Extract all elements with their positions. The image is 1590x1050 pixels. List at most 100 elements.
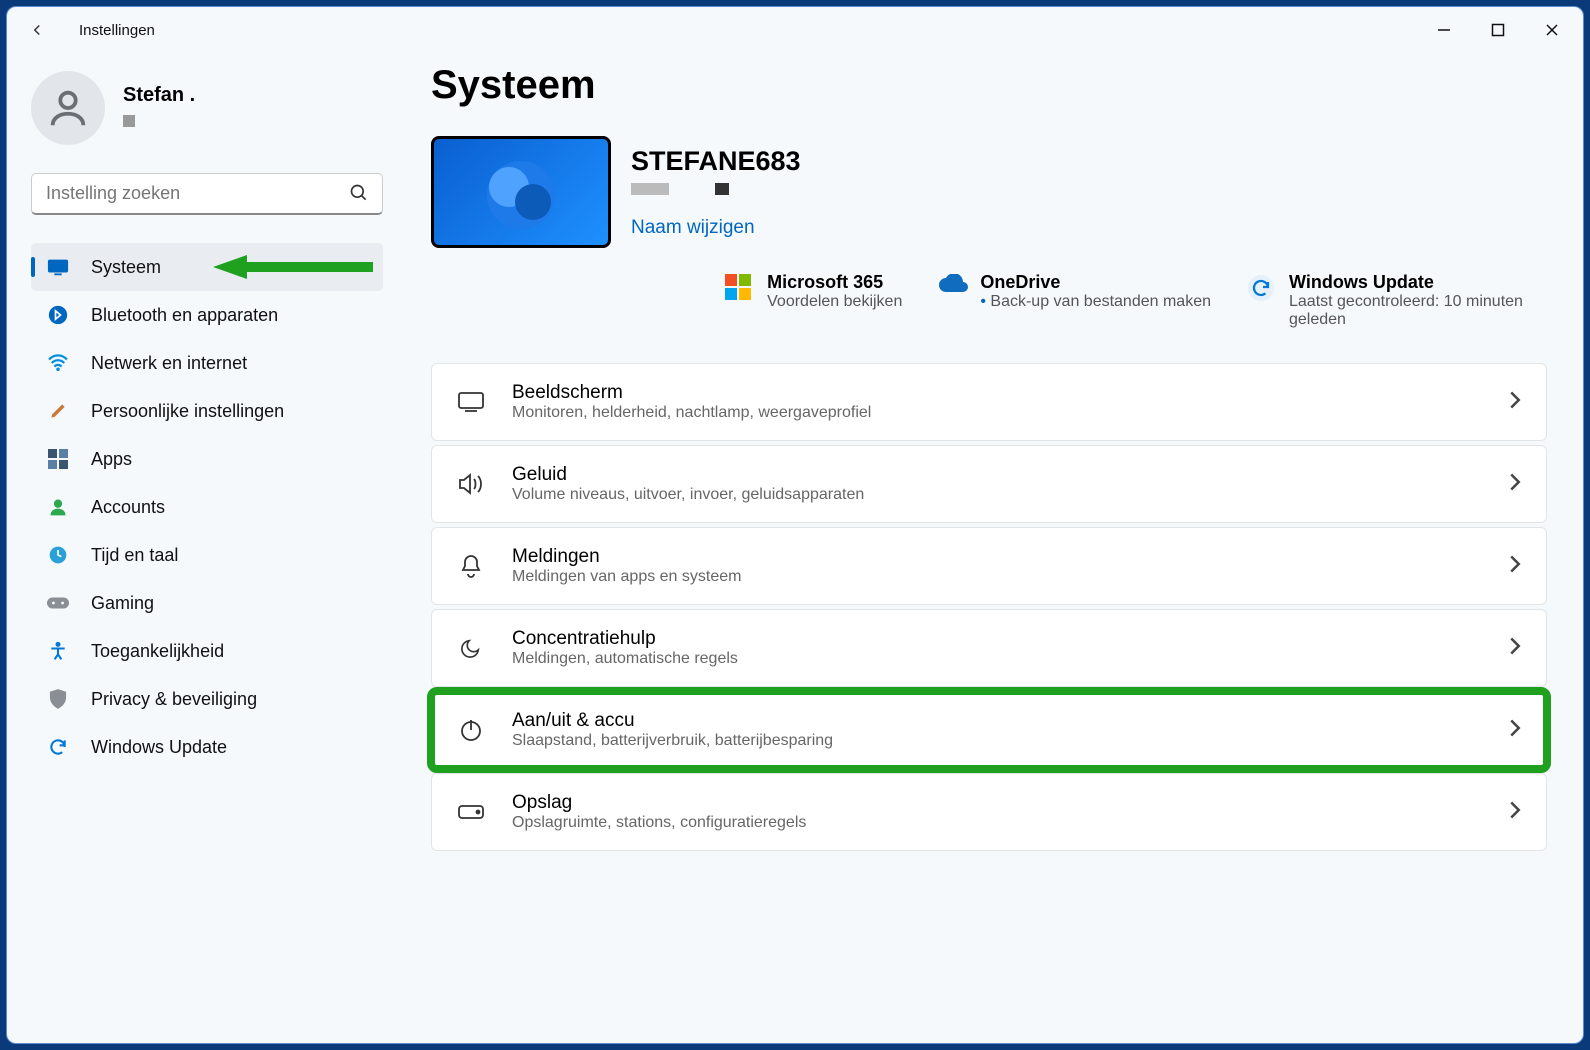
- close-button[interactable]: [1525, 12, 1579, 48]
- display-icon: [456, 392, 486, 412]
- sidebar-item-label: Netwerk en internet: [91, 353, 247, 374]
- update-icon: [47, 736, 69, 758]
- power-icon: [456, 718, 486, 742]
- minimize-icon: [1437, 23, 1451, 37]
- rename-link[interactable]: Naam wijzigen: [631, 217, 801, 239]
- card-geluid[interactable]: GeluidVolume niveaus, uitvoer, invoer, g…: [431, 445, 1547, 523]
- avatar: [31, 71, 105, 145]
- onedrive-icon: [938, 274, 966, 302]
- status-sub: Voordelen bekijken: [767, 293, 902, 311]
- sidebar-item-label: Systeem: [91, 257, 161, 278]
- card-opslag[interactable]: OpslagOpslagruimte, stations, configurat…: [431, 773, 1547, 851]
- device-block: STEFANE683 Naam wijzigen: [431, 136, 801, 248]
- sidebar-item-label: Tijd en taal: [91, 545, 178, 566]
- sidebar-item-label: Persoonlijke instellingen: [91, 401, 284, 422]
- sidebar-item-label: Gaming: [91, 593, 154, 614]
- profile-sub: [123, 115, 135, 127]
- bell-icon: [456, 554, 486, 578]
- sidebar-item-bluetooth[interactable]: Bluetooth en apparaten: [31, 291, 383, 339]
- sidebar-item-label: Privacy & beveiliging: [91, 689, 257, 710]
- system-icon: [47, 256, 69, 278]
- sidebar-item-tijd[interactable]: Tijd en taal: [31, 531, 383, 579]
- sidebar-item-persoonlijk[interactable]: Persoonlijke instellingen: [31, 387, 383, 435]
- status-title: Microsoft 365: [767, 272, 902, 293]
- person-icon: [45, 85, 91, 131]
- wifi-icon: [47, 352, 69, 374]
- sidebar-item-apps[interactable]: Apps: [31, 435, 383, 483]
- arrow-left-icon: [28, 21, 46, 39]
- card-sub: Monitoren, helderheid, nachtlamp, weerga…: [512, 404, 1482, 422]
- annotation-arrow-icon: [213, 253, 373, 281]
- accessibility-icon: [47, 640, 69, 662]
- titlebar: Instellingen: [7, 7, 1583, 53]
- sidebar-item-label: Accounts: [91, 497, 165, 518]
- speaker-icon: [456, 473, 486, 495]
- card-concentratie[interactable]: ConcentratiehulpMeldingen, automatische …: [431, 609, 1547, 687]
- sidebar-item-gaming[interactable]: Gaming: [31, 579, 383, 627]
- status-grid: Microsoft 365Voordelen bekijken OneDrive…: [725, 272, 1547, 329]
- microsoft-logo-icon: [725, 274, 753, 300]
- card-sub: Volume niveaus, uitvoer, invoer, geluids…: [512, 486, 1482, 504]
- person-fill-icon: [47, 496, 69, 518]
- card-title: Opslag: [512, 792, 1482, 814]
- moon-icon: [456, 637, 486, 659]
- sidebar-item-label: Bluetooth en apparaten: [91, 305, 278, 326]
- app-title: Instellingen: [79, 22, 155, 39]
- windows-bloom-icon: [461, 147, 581, 237]
- status-m365[interactable]: Microsoft 365Voordelen bekijken: [725, 272, 902, 329]
- card-title: Concentratiehulp: [512, 628, 1482, 650]
- sidebar-item-label: Toegankelijkheid: [91, 641, 224, 662]
- device-meta: [631, 183, 801, 195]
- device-row: STEFANE683 Naam wijzigen Microsoft 365Vo…: [431, 136, 1547, 329]
- card-title: Geluid: [512, 464, 1482, 486]
- search-box: [31, 173, 383, 215]
- profile-block[interactable]: Stefan .: [31, 71, 383, 145]
- apps-icon: [47, 448, 69, 470]
- card-meldingen[interactable]: MeldingenMeldingen van apps en systeem: [431, 527, 1547, 605]
- main: Systeem STEFANE683 Naam wijzigen M: [407, 53, 1583, 1043]
- device-thumbnail: [431, 136, 611, 248]
- sidebar-item-netwerk[interactable]: Netwerk en internet: [31, 339, 383, 387]
- card-title: Beeldscherm: [512, 382, 1482, 404]
- sidebar-item-accounts[interactable]: Accounts: [31, 483, 383, 531]
- sidebar-item-toegankelijkheid[interactable]: Toegankelijkheid: [31, 627, 383, 675]
- card-beeldscherm[interactable]: BeeldschermMonitoren, helderheid, nachtl…: [431, 363, 1547, 441]
- chevron-right-icon: [1508, 390, 1522, 415]
- window-controls: [1417, 12, 1579, 48]
- card-sub: Meldingen van apps en systeem: [512, 568, 1482, 586]
- search-icon: [349, 183, 369, 208]
- update-circle-icon: [1247, 274, 1275, 302]
- sidebar-item-label: Windows Update: [91, 737, 227, 758]
- status-title: OneDrive: [980, 272, 1211, 293]
- sidebar-item-systeem[interactable]: Systeem: [31, 243, 383, 291]
- maximize-icon: [1491, 23, 1505, 37]
- status-sub: Back-up van bestanden maken: [980, 293, 1211, 311]
- status-update[interactable]: Windows UpdateLaatst gecontroleerd: 10 m…: [1247, 272, 1547, 329]
- back-button[interactable]: [19, 12, 55, 48]
- search-input[interactable]: [31, 173, 383, 215]
- status-onedrive[interactable]: OneDriveBack-up van bestanden maken: [938, 272, 1211, 329]
- chevron-right-icon: [1508, 718, 1522, 743]
- brush-icon: [47, 400, 69, 422]
- clock-globe-icon: [47, 544, 69, 566]
- chevron-right-icon: [1508, 472, 1522, 497]
- status-title: Windows Update: [1289, 272, 1547, 293]
- nav-list: Systeem Bluetooth en apparaten Netwerk e…: [31, 243, 383, 771]
- chevron-right-icon: [1508, 554, 1522, 579]
- device-name: STEFANE683: [631, 146, 801, 177]
- gamepad-icon: [47, 592, 69, 614]
- minimize-button[interactable]: [1417, 12, 1471, 48]
- sidebar-item-update[interactable]: Windows Update: [31, 723, 383, 771]
- maximize-button[interactable]: [1471, 12, 1525, 48]
- sidebar-item-label: Apps: [91, 449, 132, 470]
- chevron-right-icon: [1508, 800, 1522, 825]
- sidebar-item-privacy[interactable]: Privacy & beveiliging: [31, 675, 383, 723]
- status-sub: Laatst gecontroleerd: 10 minuten geleden: [1289, 293, 1547, 329]
- system-cards: BeeldschermMonitoren, helderheid, nachtl…: [431, 363, 1547, 851]
- card-sub: Opslagruimte, stations, configuratierege…: [512, 814, 1482, 832]
- bluetooth-icon: [47, 304, 69, 326]
- card-aanuit[interactable]: Aan/uit & accuSlaapstand, batterijverbru…: [431, 691, 1547, 769]
- card-sub: Meldingen, automatische regels: [512, 650, 1482, 668]
- page-title: Systeem: [431, 63, 1547, 108]
- card-title: Meldingen: [512, 546, 1482, 568]
